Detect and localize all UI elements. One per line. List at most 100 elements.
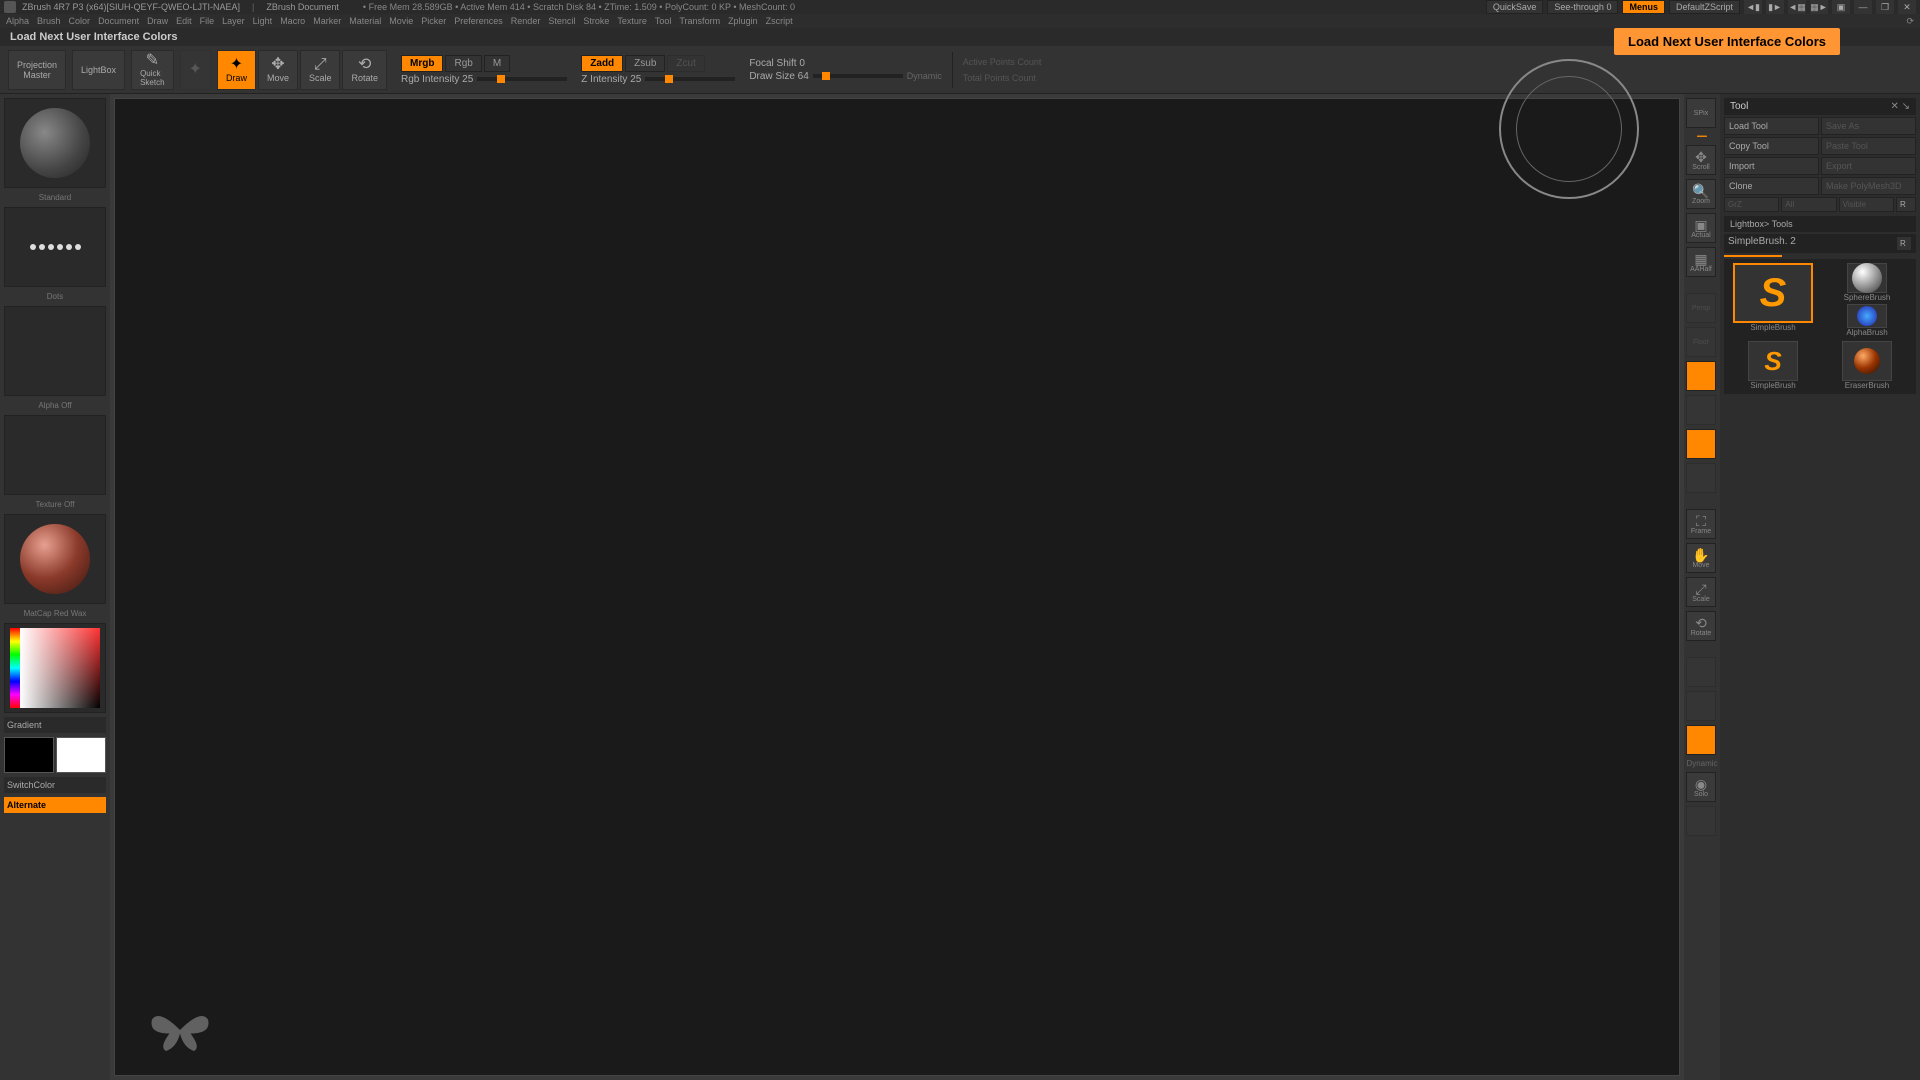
- rgb-intensity-slider[interactable]: [477, 77, 567, 81]
- dynamic-label[interactable]: Dynamic: [907, 71, 942, 81]
- scale-view-button[interactable]: ⤢Scale: [1686, 577, 1716, 607]
- floor-button[interactable]: Floor: [1686, 327, 1716, 357]
- polyf-button[interactable]: [1686, 657, 1716, 687]
- aahalf-button[interactable]: ▦AAHalf: [1686, 247, 1716, 277]
- seethrough-slider[interactable]: See-through 0: [1547, 0, 1618, 14]
- menu-stencil[interactable]: Stencil: [548, 16, 575, 26]
- close-icon[interactable]: ✕: [1898, 0, 1916, 14]
- menu-document[interactable]: Document: [98, 16, 139, 26]
- r2-button[interactable]: R: [1896, 236, 1912, 251]
- mrgb-button[interactable]: Mrgb: [401, 55, 443, 72]
- prev-ui-icon[interactable]: ◄▮: [1744, 0, 1762, 14]
- brush-selector[interactable]: [4, 98, 106, 188]
- zsub-button[interactable]: Zsub: [625, 55, 665, 72]
- actual-button[interactable]: ▣Actual: [1686, 213, 1716, 243]
- import-button[interactable]: Import: [1724, 157, 1819, 175]
- defaultscript-button[interactable]: DefaultZScript: [1669, 0, 1740, 14]
- color-picker[interactable]: [4, 623, 106, 713]
- projection-master-button[interactable]: Projection Master: [8, 50, 66, 90]
- next-color-icon[interactable]: ▦►: [1810, 0, 1828, 14]
- paste-tool-button[interactable]: Paste Tool: [1821, 137, 1916, 155]
- menus-button[interactable]: Menus: [1622, 0, 1665, 14]
- texture-selector[interactable]: [4, 415, 106, 495]
- make-polymesh-button[interactable]: Make PolyMesh3D: [1821, 177, 1916, 195]
- frame-button[interactable]: ⛶Frame: [1686, 509, 1716, 539]
- solo-toggle-button[interactable]: ◉Solo: [1686, 772, 1716, 802]
- menu-tool[interactable]: Tool: [655, 16, 672, 26]
- next-ui-icon[interactable]: ▮►: [1766, 0, 1784, 14]
- clone-button[interactable]: Clone: [1724, 177, 1819, 195]
- menu-zscript[interactable]: Zscript: [766, 16, 793, 26]
- m-button[interactable]: M: [484, 55, 510, 72]
- alternate-button[interactable]: Alternate: [4, 797, 106, 813]
- tool-item-simplebrush[interactable]: S SimpleBrush: [1728, 263, 1818, 337]
- grz-button[interactable]: GrZ: [1724, 197, 1779, 212]
- lsym-button[interactable]: [1686, 395, 1716, 425]
- move-mode-button[interactable]: ✥Move: [258, 50, 298, 90]
- menu-picker[interactable]: Picker: [421, 16, 446, 26]
- zcut-button[interactable]: Zcut: [667, 55, 704, 72]
- menu-light[interactable]: Light: [253, 16, 273, 26]
- all-button[interactable]: All: [1781, 197, 1836, 212]
- menu-macro[interactable]: Macro: [280, 16, 305, 26]
- solo-button[interactable]: [1686, 725, 1716, 755]
- menu-layer[interactable]: Layer: [222, 16, 245, 26]
- menu-edit[interactable]: Edit: [176, 16, 192, 26]
- draw-mode-button[interactable]: ✦Draw: [217, 50, 256, 90]
- panel-close-icon[interactable]: ✕ ↘: [1890, 101, 1910, 112]
- menu-movie[interactable]: Movie: [389, 16, 413, 26]
- draw-size-slider[interactable]: [813, 74, 903, 78]
- move-view-button[interactable]: ✋Move: [1686, 543, 1716, 573]
- gradient-button[interactable]: Gradient: [4, 717, 106, 733]
- menu-preferences[interactable]: Preferences: [454, 16, 503, 26]
- visible-button[interactable]: Visible: [1839, 197, 1894, 212]
- load-tool-button[interactable]: Load Tool: [1724, 117, 1819, 135]
- menu-file[interactable]: File: [200, 16, 215, 26]
- menu-draw[interactable]: Draw: [147, 16, 168, 26]
- transp-button[interactable]: [1686, 691, 1716, 721]
- edit-button[interactable]: ✦: [180, 50, 211, 90]
- lightbox-tools-header[interactable]: Lightbox> Tools: [1724, 216, 1916, 232]
- canvas[interactable]: [114, 98, 1680, 1076]
- xpose-button[interactable]: [1686, 429, 1716, 459]
- local-button[interactable]: [1686, 361, 1716, 391]
- tool-item-simplebrush2[interactable]: S SimpleBrush: [1728, 341, 1818, 390]
- quick-sketch-button[interactable]: ✎Quick Sketch: [131, 50, 173, 90]
- export-button[interactable]: Export: [1821, 157, 1916, 175]
- rgb-button[interactable]: Rgb: [445, 55, 481, 72]
- minimize-icon[interactable]: —: [1854, 0, 1872, 14]
- rotate-mode-button[interactable]: ⟲Rotate: [342, 50, 387, 90]
- secondary-color-swatch[interactable]: [4, 737, 54, 773]
- ghost-button[interactable]: [1686, 463, 1716, 493]
- menu-marker[interactable]: Marker: [313, 16, 341, 26]
- scroll-button[interactable]: ✥Scroll: [1686, 145, 1716, 175]
- r-button[interactable]: R: [1896, 197, 1916, 212]
- xpose2-button[interactable]: [1686, 806, 1716, 836]
- z-intensity-slider[interactable]: [645, 77, 735, 81]
- primary-color-swatch[interactable]: [56, 737, 106, 773]
- material-selector[interactable]: [4, 514, 106, 604]
- restore-icon[interactable]: ❐: [1876, 0, 1894, 14]
- spix-button[interactable]: SPix: [1686, 98, 1716, 128]
- menu-material[interactable]: Material: [349, 16, 381, 26]
- save-as-button[interactable]: Save As: [1821, 117, 1916, 135]
- quicksave-button[interactable]: QuickSave: [1486, 0, 1544, 14]
- refresh-icon[interactable]: ⟳: [1906, 16, 1914, 27]
- persp-button[interactable]: Persp: [1686, 293, 1716, 323]
- alpha-selector[interactable]: [4, 306, 106, 396]
- prev-color-icon[interactable]: ◄▦: [1788, 0, 1806, 14]
- menu-zplugin[interactable]: Zplugin: [728, 16, 758, 26]
- switchcolor-button[interactable]: SwitchColor: [4, 777, 106, 793]
- menu-brush[interactable]: Brush: [37, 16, 61, 26]
- menu-transform[interactable]: Transform: [679, 16, 720, 26]
- copy-tool-button[interactable]: Copy Tool: [1724, 137, 1819, 155]
- zoom-button[interactable]: 🔍Zoom: [1686, 179, 1716, 209]
- menu-stroke[interactable]: Stroke: [583, 16, 609, 26]
- menu-alpha[interactable]: Alpha: [6, 16, 29, 26]
- tool-item-eraserbrush[interactable]: EraserBrush: [1822, 341, 1912, 390]
- menu-texture[interactable]: Texture: [617, 16, 647, 26]
- menu-color[interactable]: Color: [69, 16, 91, 26]
- rotate-view-button[interactable]: ⟲Rotate: [1686, 611, 1716, 641]
- menu-render[interactable]: Render: [511, 16, 541, 26]
- stroke-selector[interactable]: [4, 207, 106, 287]
